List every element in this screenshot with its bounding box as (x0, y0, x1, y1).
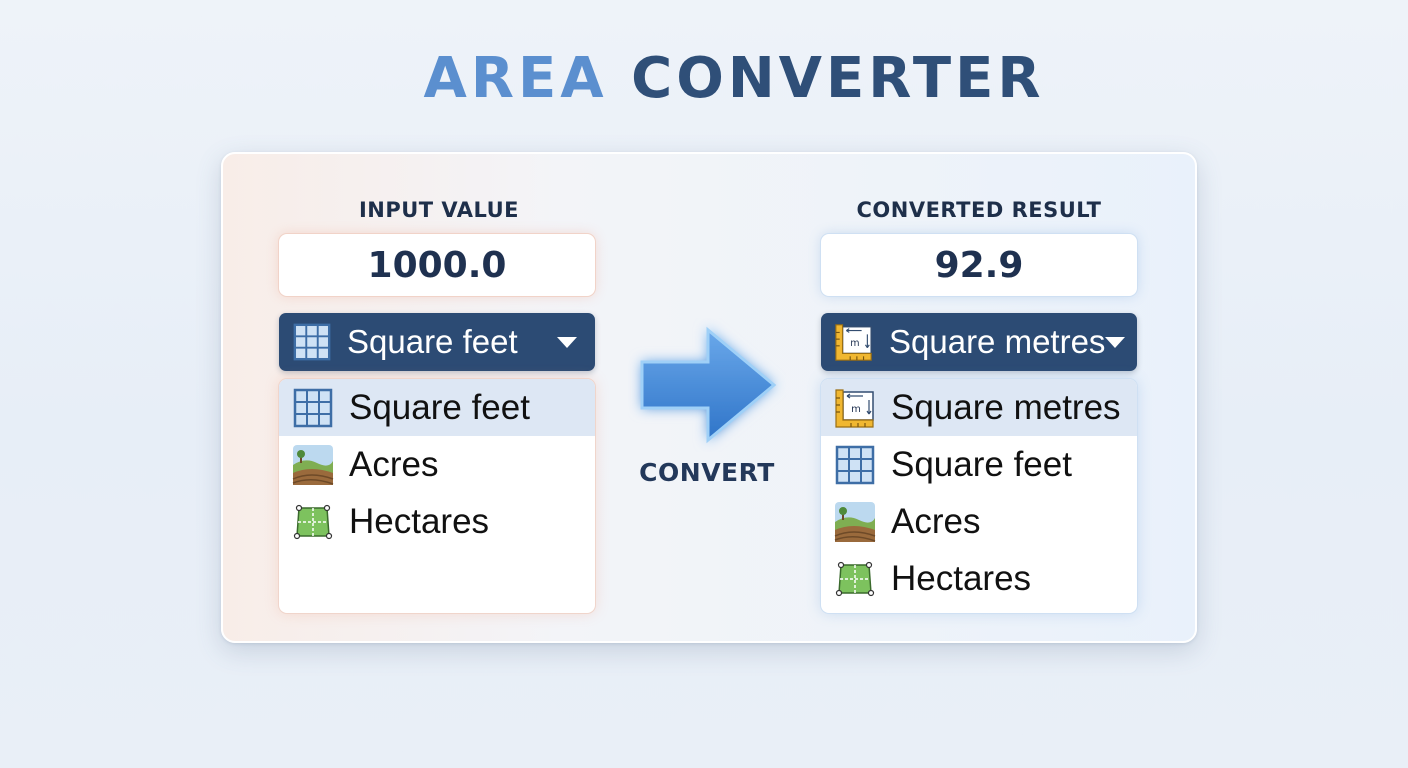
option-label: Acres (349, 444, 439, 484)
farmland-icon (291, 443, 335, 487)
output-option-square-feet[interactable]: Square feet (821, 436, 1137, 493)
input-unit-list: Square feet Acres Hectares (279, 379, 595, 613)
title-accent: AREA (423, 46, 608, 111)
input-unit-dropdown[interactable]: Square feet (279, 313, 595, 371)
chevron-down-icon (1105, 336, 1126, 348)
output-option-hectares[interactable]: Hectares (821, 550, 1137, 607)
title-main: CONVERTER (631, 46, 1045, 111)
convert-label[interactable]: CONVERT (637, 458, 777, 487)
input-option-square-feet[interactable]: Square feet (279, 379, 595, 436)
option-label: Square metres (891, 387, 1121, 427)
farmland-icon (833, 500, 877, 544)
input-value-label: INPUT VALUE (358, 198, 520, 222)
option-label: Square feet (349, 387, 530, 427)
output-option-acres[interactable]: Acres (821, 493, 1137, 550)
field-plot-icon (291, 500, 335, 544)
option-label: Hectares (349, 501, 490, 541)
input-option-hectares[interactable]: Hectares (279, 493, 595, 550)
input-unit-selected: Square feet (347, 323, 518, 360)
option-label: Hectares (891, 558, 1032, 598)
grid-icon (833, 443, 877, 487)
option-label: Square feet (891, 444, 1072, 484)
chevron-down-icon (557, 336, 577, 348)
input-option-acres[interactable]: Acres (279, 436, 595, 493)
grid-icon (291, 386, 335, 430)
page-title: AREA CONVERTER (0, 46, 1408, 111)
ruler-square-icon (833, 386, 877, 430)
option-label: Acres (891, 501, 981, 541)
output-unit-list: Square metres Square feet Acres Hectares (821, 379, 1137, 613)
output-option-square-metres[interactable]: Square metres (821, 379, 1137, 436)
ruler-square-icon (833, 321, 875, 363)
grid-icon (291, 321, 333, 363)
converted-result-label: CONVERTED RESULT (856, 198, 1102, 222)
right-arrow-icon[interactable] (628, 318, 786, 452)
field-plot-icon (833, 557, 877, 601)
converted-result-field: 92.9 (821, 234, 1137, 296)
output-unit-dropdown[interactable]: Square metres (821, 313, 1137, 371)
input-value-field[interactable]: 1000.0 (279, 234, 595, 296)
output-unit-selected: Square metres (889, 323, 1106, 360)
